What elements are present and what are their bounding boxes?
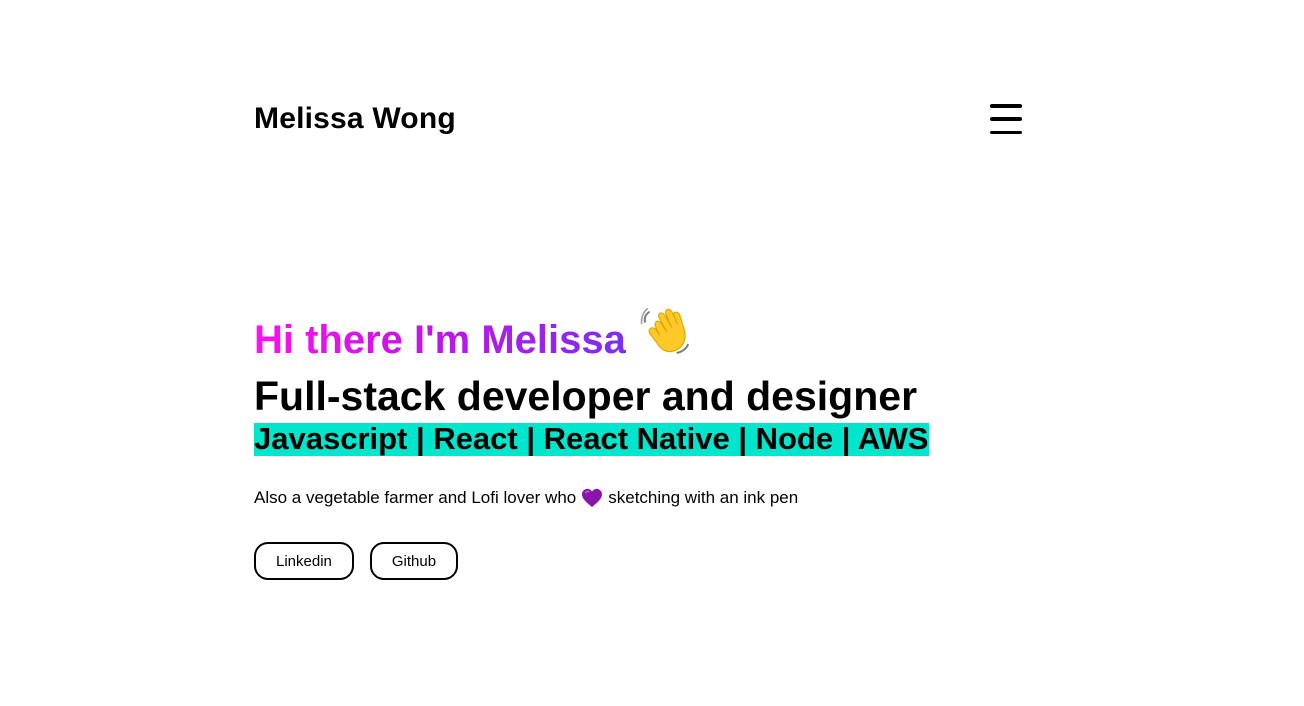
skills-highlight: Javascript | React | React Native | Node… bbox=[254, 421, 930, 456]
waving-hand-icon bbox=[640, 308, 689, 354]
greeting-heading: Hi there I'm Melissa bbox=[254, 318, 626, 362]
hamburger-menu-icon[interactable] bbox=[990, 104, 1024, 134]
menu-line bbox=[990, 104, 1022, 108]
linkedin-button[interactable]: Linkedin bbox=[254, 542, 354, 580]
greeting-row: Hi there I'm Melissa bbox=[254, 298, 1034, 370]
menu-line bbox=[990, 130, 1022, 134]
purple-heart-icon bbox=[582, 488, 603, 508]
github-button[interactable]: Github bbox=[369, 542, 459, 580]
social-links: Linkedin Github bbox=[254, 542, 1034, 580]
hero-section: Hi there I'm Melissa Full-stack develope… bbox=[254, 298, 1034, 580]
site-title[interactable]: Melissa Wong bbox=[254, 104, 456, 134]
role-heading: Full-stack developer and designer bbox=[254, 373, 918, 419]
menu-line bbox=[990, 117, 1022, 121]
bio-text-end: sketching with an ink pen bbox=[608, 488, 799, 507]
bio-text: Also a vegetable farmer and Lofi lover w… bbox=[254, 488, 1034, 508]
page: Melissa Wong Hi there I'm Melissa Full-s… bbox=[0, 0, 1304, 706]
bio-text-start: Also a vegetable farmer and Lofi lover w… bbox=[254, 488, 577, 507]
site-header: Melissa Wong bbox=[254, 98, 1026, 140]
